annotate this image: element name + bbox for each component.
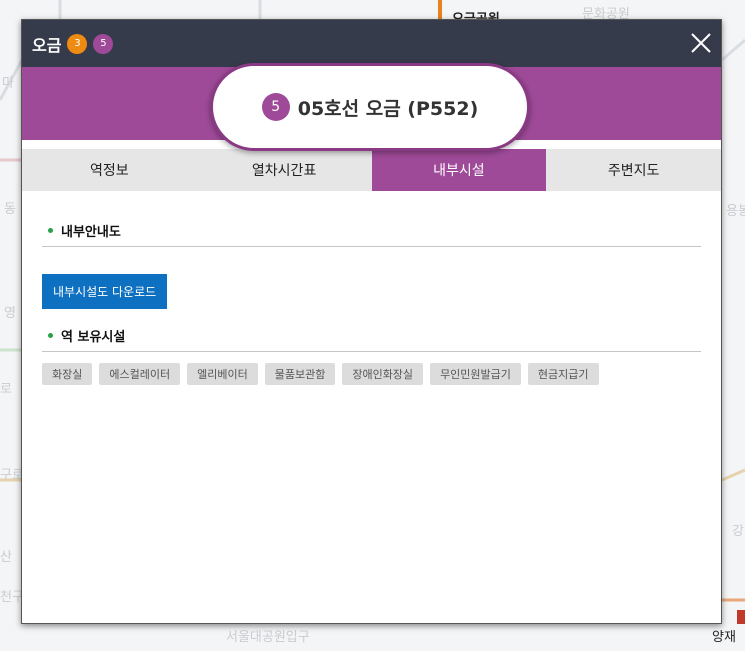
facilities-heading: 역 보유시설 bbox=[42, 326, 701, 352]
station-info-popup: 오금 3 5 5 05호선 오금 (P552) 역정보 열차시간표 내부시설 주… bbox=[21, 19, 722, 624]
map-label: 마 bbox=[2, 76, 14, 91]
facility-chip: 에스컬레이터 bbox=[99, 363, 181, 385]
facility-chip: 물품보관함 bbox=[264, 363, 336, 385]
station-banner: 5 05호선 오금 (P552) bbox=[22, 63, 721, 151]
facility-chip: 현금지급기 bbox=[527, 363, 599, 385]
tab-content: 내부안내도 내부시설도 다운로드 역 보유시설 화장실 에스컬레이터 엘리베이터… bbox=[22, 221, 721, 385]
bullet-icon bbox=[48, 228, 53, 233]
close-icon bbox=[691, 33, 711, 53]
map-label: 서울대공원입구 bbox=[226, 630, 310, 645]
line-number-icon: 5 bbox=[261, 93, 290, 121]
map-label: 영 bbox=[4, 306, 16, 321]
map-label: 강 bbox=[732, 524, 744, 539]
interior-guide-heading: 내부안내도 bbox=[42, 221, 701, 247]
tab-station-info[interactable]: 역정보 bbox=[22, 149, 197, 191]
section-title-text: 역 보유시설 bbox=[61, 330, 126, 345]
tab-timetable[interactable]: 열차시간표 bbox=[197, 149, 372, 191]
map-label: 동 bbox=[4, 202, 16, 217]
tab-nearby-map[interactable]: 주변지도 bbox=[546, 149, 721, 191]
facility-chip: 무인민원발급기 bbox=[430, 363, 521, 385]
station-full-name: 05호선 오금 (P552) bbox=[297, 97, 479, 120]
facility-chip-list: 화장실 에스컬레이터 엘리베이터 물품보관함 장애인화장실 무인민원발급기 현금… bbox=[42, 363, 701, 385]
facility-chip: 화장실 bbox=[42, 363, 93, 385]
station-name-pill: 5 05호선 오금 (P552) bbox=[210, 63, 530, 151]
tab-facilities[interactable]: 내부시설 bbox=[371, 149, 547, 191]
station-title: 오금 bbox=[32, 35, 62, 55]
line-5-badge[interactable]: 5 bbox=[93, 33, 114, 54]
map-label: 용봉 bbox=[726, 204, 745, 219]
facility-chip: 장애인화장실 bbox=[342, 363, 424, 385]
bullet-icon bbox=[48, 333, 53, 338]
map-station-label[interactable]: 양재 bbox=[712, 626, 736, 645]
map-label: 로 bbox=[0, 382, 12, 397]
line-3-badge[interactable]: 3 bbox=[67, 33, 88, 54]
map-label: 산 bbox=[0, 550, 12, 565]
section-title-text: 내부안내도 bbox=[61, 225, 121, 240]
close-button[interactable] bbox=[689, 31, 713, 55]
popup-header: 오금 3 5 bbox=[22, 20, 721, 67]
download-floorplan-button[interactable]: 내부시설도 다운로드 bbox=[42, 274, 168, 309]
tab-bar: 역정보 열차시간표 내부시설 주변지도 bbox=[22, 149, 721, 191]
facility-chip: 엘리베이터 bbox=[187, 363, 258, 385]
